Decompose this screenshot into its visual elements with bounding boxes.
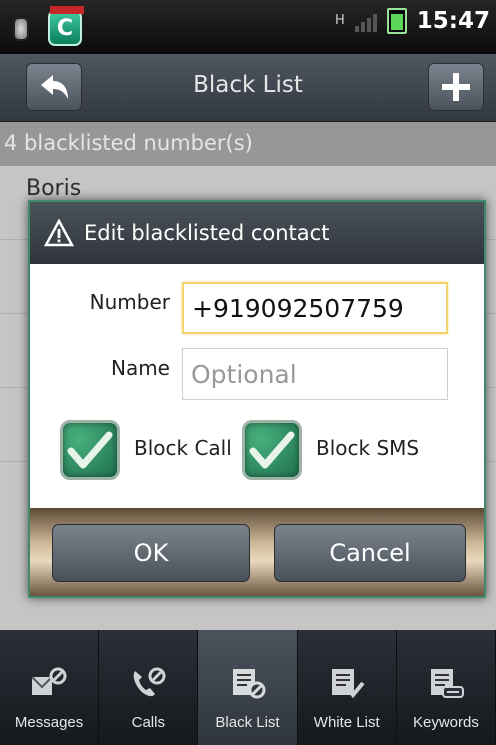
status-time: 15:47 [416, 8, 490, 34]
number-input[interactable] [182, 282, 448, 334]
tab-calls[interactable]: Calls [99, 630, 199, 745]
bottom-tab-bar: Messages Calls Black List White List Key… [0, 630, 496, 745]
status-bar: C H 15:47 [0, 0, 496, 54]
tab-label: Keywords [412, 714, 479, 731]
block-call-label: Block Call [134, 436, 232, 460]
dialog-footer: OK Cancel [30, 508, 484, 596]
number-label: Number [89, 290, 170, 314]
tab-label: Calls [131, 714, 165, 731]
name-label: Name [110, 356, 170, 380]
signal-icon [354, 10, 377, 32]
name-input[interactable] [182, 348, 448, 400]
tab-label: Black List [215, 714, 280, 731]
page-title: Black List [193, 72, 303, 98]
tab-messages[interactable]: Messages [0, 630, 100, 745]
block-call-checkbox[interactable] [60, 420, 120, 480]
tab-label: White List [313, 714, 380, 731]
checkmark-icon [67, 431, 113, 469]
ok-button[interactable]: OK [52, 524, 250, 582]
tab-black-list[interactable]: Black List [198, 630, 298, 745]
message-block-icon [30, 666, 68, 700]
checkmark-icon [249, 431, 295, 469]
dialog-header: Edit blacklisted contact [30, 202, 484, 264]
tab-label: Messages [14, 714, 84, 731]
tab-white-list[interactable]: White List [298, 630, 397, 745]
add-button[interactable] [428, 63, 484, 111]
block-sms-checkbox[interactable] [242, 420, 302, 480]
network-type: H [335, 13, 345, 28]
tab-keywords[interactable]: Keywords [397, 630, 496, 745]
cancel-button[interactable]: Cancel [274, 524, 466, 582]
edit-contact-dialog: Edit blacklisted contact Number Name Blo… [28, 200, 486, 598]
battery-icon [386, 8, 407, 34]
app-notification-icon: C [48, 6, 84, 46]
phone-block-icon [129, 666, 167, 700]
title-bar: Black List [0, 54, 496, 122]
whitelist-icon [328, 666, 366, 700]
keywords-icon [427, 666, 465, 700]
plus-icon [442, 73, 470, 101]
usb-debug-icon [8, 11, 34, 45]
blacklist-icon [229, 666, 267, 700]
dialog-body: Number Name Block Call Block SMS [30, 264, 484, 508]
warning-icon [44, 219, 74, 247]
block-sms-label: Block SMS [316, 436, 420, 460]
dialog-title: Edit blacklisted contact [84, 221, 330, 245]
